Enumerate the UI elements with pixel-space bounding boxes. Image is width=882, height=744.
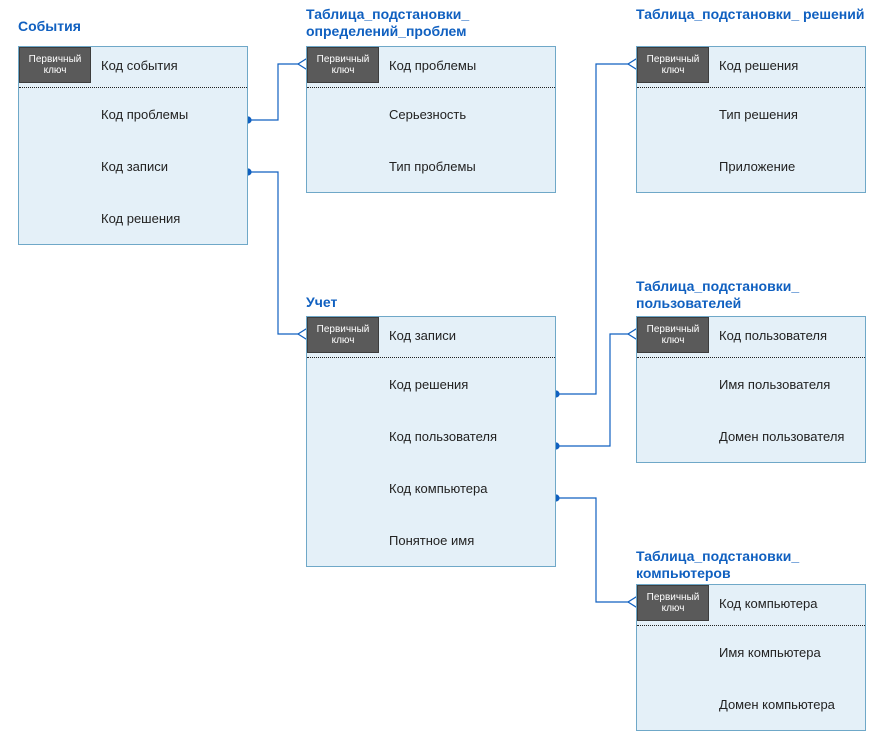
field-label: Код записи	[101, 159, 168, 174]
table-accounting: Первичный ключ Код записи Код решения Ко…	[306, 316, 556, 567]
pk-badge: Первичный ключ	[307, 317, 379, 353]
field-label: Код решения	[101, 211, 180, 226]
field-row: Приложение	[637, 140, 865, 192]
pk-row: Первичный ключ Код события	[19, 47, 247, 83]
pk-row: Первичный ключ Код записи	[307, 317, 555, 353]
table-problems: Первичный ключ Код проблемы Серьезность …	[306, 46, 556, 193]
field-row: Код проблемы	[19, 88, 247, 140]
field-row: Домен пользователя	[637, 410, 865, 462]
field-row: Серьезность	[307, 88, 555, 140]
field-row: Код записи	[19, 140, 247, 192]
pk-row: Первичный ключ Код проблемы	[307, 47, 555, 83]
table-computers: Первичный ключ Код компьютера Имя компью…	[636, 584, 866, 731]
field-label: Код пользователя	[389, 429, 497, 444]
field-label: Код решения	[719, 58, 798, 73]
field-label: Понятное имя	[389, 533, 474, 548]
pk-row: Первичный ключ Код пользователя	[637, 317, 865, 353]
table-users: Первичный ключ Код пользователя Имя поль…	[636, 316, 866, 463]
table-title-problems: Таблица_подстановки_ определений_проблем	[306, 6, 546, 40]
field-row: Понятное имя	[307, 514, 555, 566]
field-label: Код компьютера	[719, 596, 818, 611]
field-row: Тип проблемы	[307, 140, 555, 192]
pk-badge: Первичный ключ	[637, 585, 709, 621]
table-solutions: Первичный ключ Код решения Тип решения П…	[636, 46, 866, 193]
field-label: Приложение	[719, 159, 795, 174]
field-label: Серьезность	[389, 107, 466, 122]
pk-badge: Первичный ключ	[637, 317, 709, 353]
field-label: Код проблемы	[389, 58, 476, 73]
field-label: Домен компьютера	[719, 697, 835, 712]
field-label: Имя компьютера	[719, 645, 821, 660]
field-row: Тип решения	[637, 88, 865, 140]
field-label: Имя пользователя	[719, 377, 830, 392]
field-label: Тип проблемы	[389, 159, 476, 174]
table-title-events: События	[18, 18, 81, 35]
field-label: Код записи	[389, 328, 456, 343]
field-label: Код проблемы	[101, 107, 188, 122]
field-label: Тип решения	[719, 107, 798, 122]
field-row: Код решения	[307, 358, 555, 410]
table-title-solutions: Таблица_подстановки_ решений	[636, 6, 876, 23]
field-label: Код пользователя	[719, 328, 827, 343]
field-row: Код пользователя	[307, 410, 555, 462]
table-title-users: Таблица_подстановки_ пользователей	[636, 278, 876, 312]
pk-badge: Первичный ключ	[19, 47, 91, 83]
field-label: Код компьютера	[389, 481, 488, 496]
pk-row: Первичный ключ Код компьютера	[637, 585, 865, 621]
table-title-accounting: Учет	[306, 294, 337, 311]
table-events: Первичный ключ Код события Код проблемы …	[18, 46, 248, 245]
field-label: Домен пользователя	[719, 429, 844, 444]
field-row: Код компьютера	[307, 462, 555, 514]
field-row: Домен компьютера	[637, 678, 865, 730]
er-diagram: События Первичный ключ Код события Код п…	[0, 0, 882, 744]
field-label: Код события	[101, 58, 178, 73]
field-row: Код решения	[19, 192, 247, 244]
field-label: Код решения	[389, 377, 468, 392]
pk-row: Первичный ключ Код решения	[637, 47, 865, 83]
field-row: Имя пользователя	[637, 358, 865, 410]
table-title-computers: Таблица_подстановки_ компьютеров	[636, 548, 876, 582]
field-row: Имя компьютера	[637, 626, 865, 678]
pk-badge: Первичный ключ	[637, 47, 709, 83]
pk-badge: Первичный ключ	[307, 47, 379, 83]
